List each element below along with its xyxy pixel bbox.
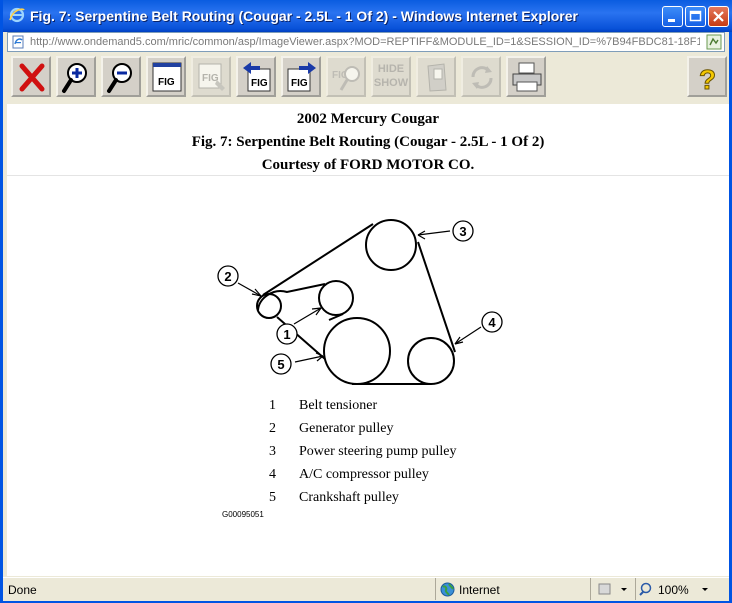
help-button[interactable]: ?	[687, 56, 727, 97]
figure-view-button[interactable]: FIG	[146, 56, 186, 97]
svg-text:FIG: FIG	[251, 78, 268, 89]
protected-mode-indicator[interactable]	[590, 578, 635, 600]
close-window-button[interactable]	[708, 6, 729, 27]
hide-label: HIDE	[377, 63, 405, 75]
previous-figure-icon: FIG	[243, 62, 271, 92]
help-icon: ?	[699, 64, 717, 96]
address-bar[interactable]: http://www.ondemand5.com/mric/common/asp…	[7, 32, 725, 52]
print-button[interactable]	[506, 56, 546, 97]
legend-number: 4	[269, 467, 276, 482]
figure-id: G00095051	[222, 510, 264, 519]
svg-text:FIG: FIG	[158, 77, 175, 88]
status-text: Done	[8, 583, 37, 597]
maximize-button[interactable]	[685, 6, 706, 27]
image-viewer-toolbar: FIG FIG FIG FIG FIG HIDE SHOW ?	[7, 53, 729, 103]
parts-legend: 1 Belt tensioner 2 Generator pulley 3 Power…	[269, 394, 456, 509]
zoom-level-control[interactable]: 100%	[635, 578, 726, 600]
refresh-button[interactable]	[461, 56, 501, 97]
previous-figure-button[interactable]: FIG	[236, 56, 276, 97]
address-url[interactable]: http://www.ondemand5.com/mric/common/asp…	[30, 36, 700, 48]
protected-mode-icon	[598, 583, 627, 595]
legend-number: 3	[269, 444, 276, 459]
svg-text:FIG: FIG	[291, 78, 308, 89]
callout-3: 3	[459, 224, 466, 239]
figure-view-icon: FIG	[152, 62, 182, 92]
svg-text:?: ?	[699, 64, 716, 95]
zoom-in-button[interactable]	[56, 56, 96, 97]
next-figure-icon: FIG	[287, 62, 316, 92]
ac-compressor-pulley	[407, 337, 455, 385]
figure-hand-icon: FIG	[198, 63, 225, 91]
chevron-down-icon	[702, 588, 708, 591]
legend-label: Crankshaft pulley	[299, 490, 399, 505]
callout-1: 1	[283, 327, 290, 342]
next-figure-button[interactable]: FIG	[281, 56, 321, 97]
callout-leader-4	[454, 326, 482, 345]
legend-item: 1 Belt tensioner	[269, 394, 456, 417]
legend-label: Generator pulley	[299, 421, 394, 436]
zone-label: Internet	[459, 583, 500, 597]
document-viewer: 2002 Mercury Cougar Fig. 7: Serpentine B…	[7, 104, 729, 576]
legend-label: Belt tensioner	[299, 398, 378, 413]
maximize-icon	[689, 10, 702, 22]
window-title: Fig. 7: Serpentine Belt Routing (Cougar …	[30, 8, 578, 24]
zoom-out-icon	[107, 63, 132, 93]
legend-item: 4 A/C compressor pulley	[269, 463, 456, 486]
callout-leader-2	[237, 282, 262, 297]
close-icon	[713, 11, 724, 22]
globe-icon	[440, 582, 455, 597]
callout-4: 4	[488, 315, 496, 330]
show-label: SHOW	[373, 77, 409, 89]
hide-show-icon: HIDE SHOW	[373, 62, 409, 90]
legend-item: 3 Power steering pump pulley	[269, 440, 456, 463]
legend-item: 5 Crankshaft pulley	[269, 486, 456, 509]
browser-window: Fig. 7: Serpentine Belt Routing (Cougar …	[0, 0, 732, 603]
find-figure-button[interactable]: FIG	[326, 56, 366, 97]
figure-select-button[interactable]: FIG	[191, 56, 231, 97]
legend-number: 1	[269, 398, 276, 413]
zoom-in-icon	[62, 63, 87, 93]
page-icon	[12, 35, 24, 49]
status-bar: Done Internet 100%	[3, 577, 729, 601]
legend-item: 2 Generator pulley	[269, 417, 456, 440]
power-steering-pump-pulley	[365, 219, 417, 271]
minimize-button[interactable]	[662, 6, 683, 27]
title-bar[interactable]: Fig. 7: Serpentine Belt Routing (Cougar …	[3, 0, 732, 32]
callout-5: 5	[277, 357, 284, 372]
minimize-icon	[668, 19, 675, 22]
refresh-icon	[471, 66, 493, 89]
find-figure-icon: FIG	[332, 66, 360, 91]
legend-label: Power steering pump pulley	[299, 444, 457, 459]
bookmark-icon	[427, 63, 447, 92]
security-zone[interactable]: Internet	[435, 578, 590, 600]
generator-pulley	[256, 293, 282, 319]
belt-tensioner-pulley	[318, 280, 354, 316]
bookmark-button[interactable]	[416, 56, 456, 97]
legend-number: 5	[269, 490, 276, 505]
zoom-out-button[interactable]	[101, 56, 141, 97]
close-figure-button[interactable]	[11, 56, 51, 97]
internet-explorer-icon	[9, 7, 25, 23]
callout-2: 2	[224, 269, 231, 284]
close-x-icon	[19, 63, 45, 92]
legend-label: A/C compressor pulley	[299, 467, 429, 482]
hide-show-button[interactable]: HIDE SHOW	[371, 56, 411, 97]
crankshaft-pulley	[323, 317, 391, 385]
compatibility-view-icon[interactable]	[706, 34, 722, 50]
print-icon	[512, 62, 542, 92]
legend-number: 2	[269, 421, 276, 436]
callout-leader-1	[293, 307, 322, 325]
